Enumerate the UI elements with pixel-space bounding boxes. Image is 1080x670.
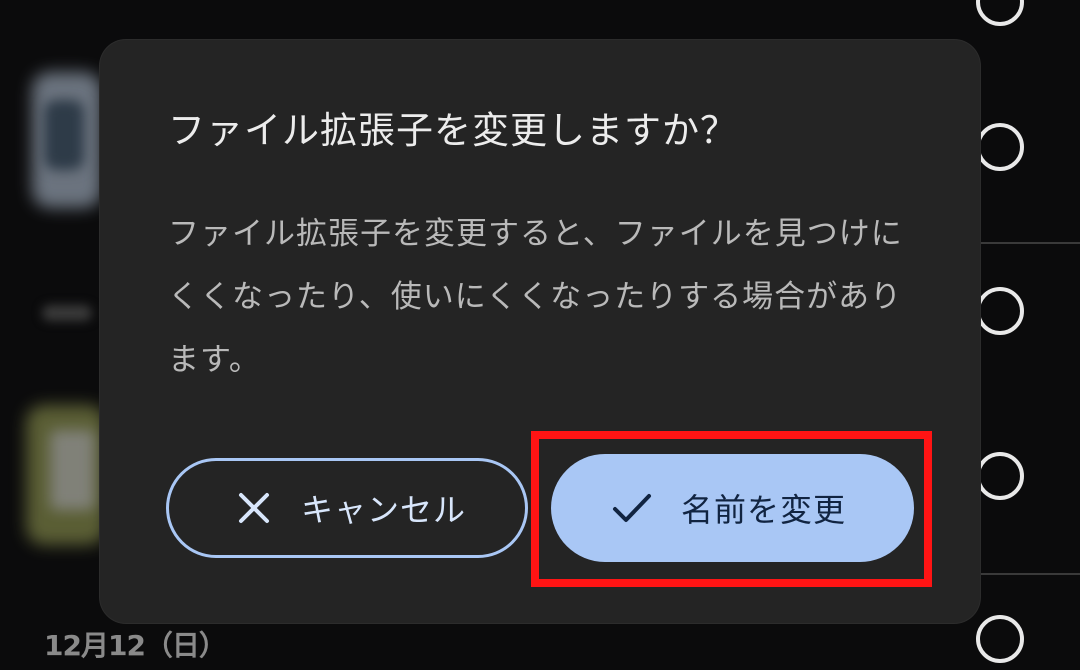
rename-extension-dialog: ファイル拡張子を変更しますか？ ファイル拡張子を変更すると、ファイルを見つけにく… xyxy=(100,40,980,623)
rename-button-label: 名前を変更 xyxy=(681,491,847,529)
thumbnail-detail xyxy=(50,430,95,510)
file-name-blurred xyxy=(42,305,92,321)
select-radio[interactable] xyxy=(976,615,1024,663)
list-divider xyxy=(975,573,1080,575)
select-radio[interactable] xyxy=(976,287,1024,335)
select-radio[interactable] xyxy=(976,123,1024,171)
thumbnail-detail xyxy=(44,100,84,170)
select-radio[interactable] xyxy=(976,0,1024,26)
close-icon xyxy=(233,487,275,529)
date-header: 12月12（日） xyxy=(44,629,227,662)
select-radio[interactable] xyxy=(976,452,1024,500)
cancel-button[interactable]: キャンセル xyxy=(166,458,528,558)
cancel-button-label: キャンセル xyxy=(301,491,467,529)
rename-button[interactable]: 名前を変更 xyxy=(551,454,914,562)
dialog-title: ファイル拡張子を変更しますか？ xyxy=(168,109,738,152)
check-icon xyxy=(611,487,653,529)
dialog-message: ファイル拡張子を変更すると、ファイルを見つけにくくなったり、使いにくくなったりす… xyxy=(168,216,903,378)
list-divider xyxy=(975,242,1080,244)
